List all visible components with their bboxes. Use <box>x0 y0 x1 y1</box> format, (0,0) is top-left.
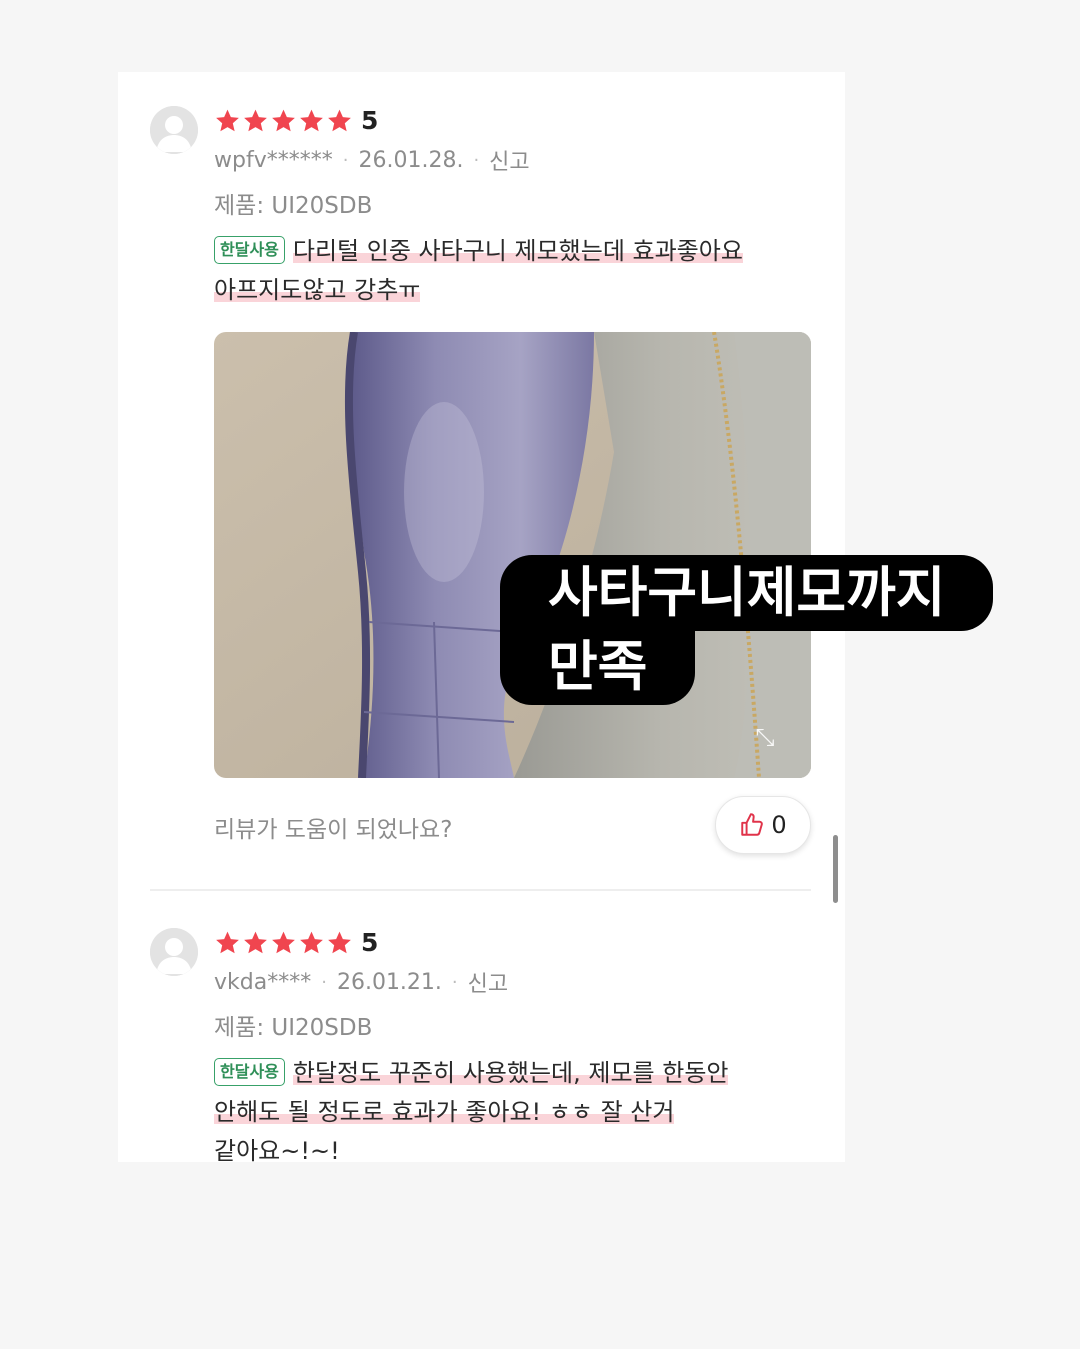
like-count: 0 <box>771 811 787 839</box>
helpful-question: 리뷰가 도움이 되었나요? <box>214 817 453 843</box>
product-option: 제품: UI20SDB <box>214 193 373 219</box>
reviewer-id: wpfv****** <box>214 147 333 173</box>
review-meta: vkda**** · 26.01.21. · 신고 <box>214 966 508 998</box>
star-icon <box>216 931 239 953</box>
separator: · <box>342 149 349 171</box>
star-icon <box>300 931 323 953</box>
star-icon <box>328 109 351 131</box>
star-icon <box>272 931 295 953</box>
review-date: 26.01.28. <box>358 147 464 173</box>
like-button[interactable]: 0 <box>715 796 811 854</box>
review-date: 26.01.21. <box>336 969 442 995</box>
scrollbar[interactable] <box>833 835 838 903</box>
caption-line: 사타구니제모까지 <box>500 555 994 631</box>
usage-badge: 한달사용 <box>214 236 285 264</box>
reviewer-id: vkda**** <box>214 969 312 995</box>
star-icon <box>300 109 323 131</box>
product-option: 제품: UI20SDB <box>214 1015 373 1041</box>
avatar-icon <box>150 928 198 976</box>
rating-score: 5 <box>361 928 379 957</box>
report-link[interactable]: 신고 <box>489 144 529 176</box>
review-text-line: 한달정도 꾸준히 사용했는데, 제모를 한동안 <box>292 1059 729 1087</box>
review-text: 한달사용 한달정도 꾸준히 사용했는데, 제모를 한동안 안해도 될 정도로 효과… <box>214 1054 814 1162</box>
star-icon <box>216 109 239 131</box>
rating-stars: 5 <box>214 928 378 957</box>
screenshot-stage: 5 wpfv****** · 26.01.28. · 신고 제품: UI20SD… <box>0 0 1080 1349</box>
rating-score: 5 <box>361 106 379 135</box>
star-icon <box>328 931 351 953</box>
separator: · <box>451 971 458 993</box>
review-text-line: 아프지도않고 강추ㅠ <box>214 276 421 304</box>
review-text-line: 같아요~!~! <box>214 1137 340 1162</box>
review-text-line: 안해도 될 정도로 효과가 좋아요! ㅎㅎ 잘 산거 <box>214 1098 675 1126</box>
review-text: 한달사용 다리털 인중 사타구니 제모했는데 효과좋아요 아프지도않고 강추ㅠ <box>214 232 814 310</box>
overlay-caption: 사타구니제모까지 만족 <box>500 555 994 705</box>
separator: · <box>473 149 480 171</box>
report-link[interactable]: 신고 <box>468 966 508 998</box>
review-divider <box>150 889 811 891</box>
review-text-line: 다리털 인중 사타구니 제모했는데 효과좋아요 <box>292 237 743 265</box>
star-icon <box>244 109 267 131</box>
avatar-icon <box>150 106 198 154</box>
caption-line: 만족 <box>500 629 696 705</box>
thumbs-up-icon <box>741 813 764 836</box>
star-icon <box>272 109 295 131</box>
usage-badge: 한달사용 <box>214 1058 285 1086</box>
separator: · <box>321 971 327 993</box>
expand-icon[interactable]: ⤡ <box>744 716 786 758</box>
review-meta: wpfv****** · 26.01.28. · 신고 <box>214 144 530 176</box>
star-icon <box>244 931 267 953</box>
rating-stars: 5 <box>214 106 378 135</box>
